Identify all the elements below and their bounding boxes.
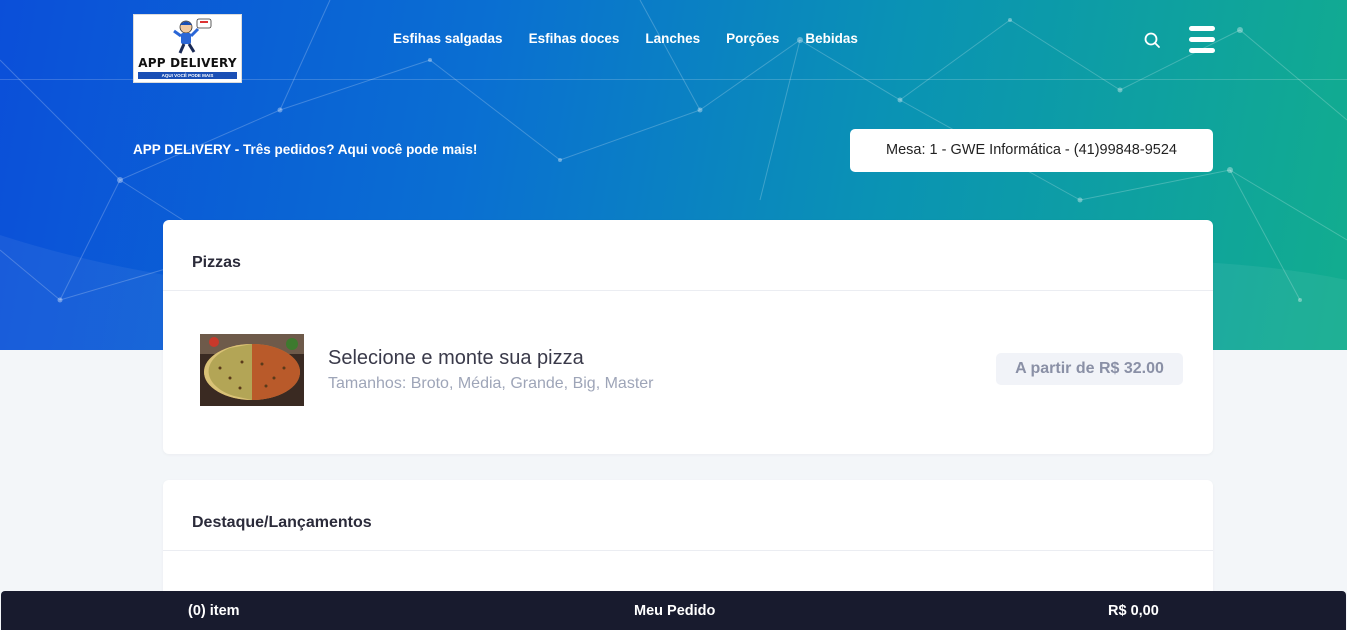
search-icon[interactable] [1143, 31, 1161, 49]
logo[interactable]: APP DELIVERY AQUI VOCÊ PODE MAIS [133, 14, 242, 83]
order-bar[interactable]: (0) item Meu Pedido R$ 0,00 [1, 591, 1346, 630]
pizza-image [200, 334, 304, 406]
price-badge: A partir de R$ 32.00 [996, 353, 1183, 385]
product-item[interactable]: Selecione e monte sua pizza Tamanhos: Br… [163, 291, 1213, 453]
mesa-badge: Mesa: 1 - GWE Informática - (41)99848-95… [850, 129, 1213, 172]
section-title: Pizzas [163, 220, 1213, 291]
main-nav: Esfihas salgadas Esfihas doces Lanches P… [393, 31, 858, 46]
order-total: R$ 0,00 [1108, 603, 1159, 619]
nav-item-esfihas-doces[interactable]: Esfihas doces [529, 31, 620, 46]
hero-tagline: APP DELIVERY - Três pedidos? Aqui você p… [133, 142, 478, 157]
nav-item-lanches[interactable]: Lanches [645, 31, 700, 46]
logo-tagline: AQUI VOCÊ PODE MAIS [138, 72, 237, 79]
section-title: Destaque/Lançamentos [163, 480, 1213, 551]
product-sizes: Tamanhos: Broto, Média, Grande, Big, Mas… [328, 375, 654, 392]
order-item-count: (0) item [188, 603, 240, 619]
product-name: Selecione e monte sua pizza [328, 347, 584, 369]
hamburger-menu-icon[interactable] [1189, 26, 1215, 53]
logo-title: APP DELIVERY [138, 56, 237, 70]
nav-item-bebidas[interactable]: Bebidas [805, 31, 858, 46]
order-title: Meu Pedido [634, 603, 716, 619]
nav-item-porcoes[interactable]: Porções [726, 31, 779, 46]
section-pizzas: Pizzas Selecione e monte sua pizza Taman… [163, 220, 1213, 454]
nav-item-esfihas-salgadas[interactable]: Esfihas salgadas [393, 31, 503, 46]
delivery-mascot-icon [173, 18, 212, 54]
